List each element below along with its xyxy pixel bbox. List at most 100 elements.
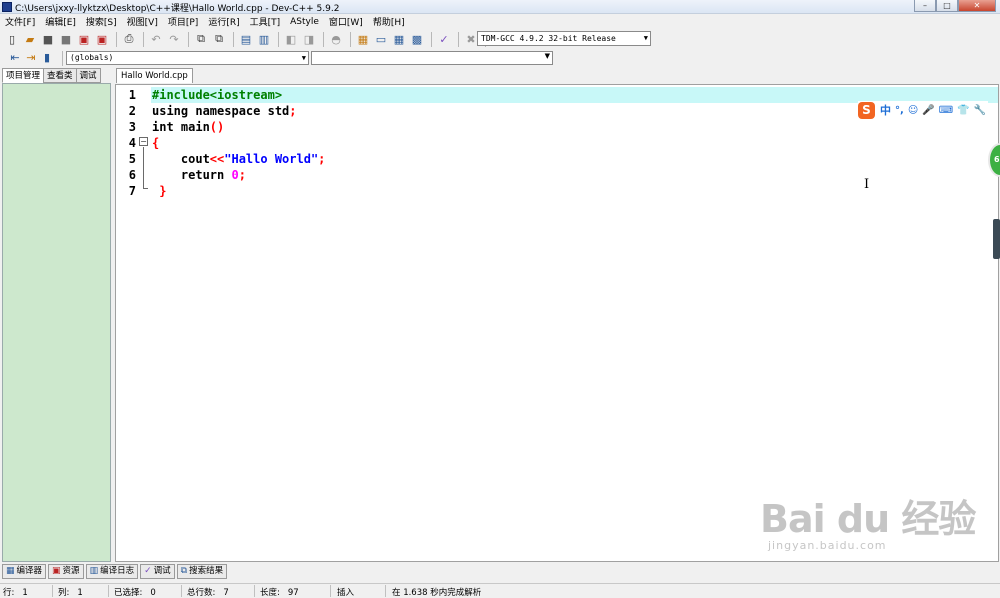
left-panel-tabs: 项目管理 查看类 调试 bbox=[2, 68, 101, 83]
toolbar-divider bbox=[188, 31, 189, 47]
open-file-icon[interactable]: ▰ bbox=[22, 31, 38, 47]
save-icon[interactable]: ■ bbox=[40, 31, 56, 47]
toggle-comment-icon[interactable]: ◓ bbox=[328, 31, 344, 47]
editor-file-tab[interactable]: Hallo World.cpp bbox=[116, 68, 193, 83]
status-divider bbox=[181, 585, 182, 597]
replace-icon[interactable]: ⧉ bbox=[211, 31, 227, 47]
watermark-main: Bai du 经验 bbox=[760, 497, 976, 541]
side-handle[interactable] bbox=[993, 219, 1000, 259]
status-bar: 行: 1 列: 1 已选择: 0 总行数: 7 长度: 97 插入 在 1.638 秒内完… bbox=[0, 583, 1000, 598]
status-len-value: 97 bbox=[287, 588, 299, 598]
toggle-icon[interactable]: ⇥ bbox=[24, 51, 38, 65]
close-all-icon[interactable]: ▣ bbox=[94, 31, 110, 47]
menu-file[interactable]: 文件[F] bbox=[0, 15, 40, 28]
tab-debug-output[interactable]: ✓ 调试 bbox=[140, 564, 175, 579]
line-number-gutter: 1 2 3 4 5 6 7 − bbox=[116, 85, 151, 561]
save-all-icon[interactable]: ■ bbox=[58, 31, 74, 47]
print-icon[interactable]: ⎙ bbox=[121, 31, 137, 47]
menu-help[interactable]: 帮助[H] bbox=[368, 15, 410, 28]
status-total-value: 7 bbox=[223, 588, 229, 598]
tab-label: 搜索结果 bbox=[189, 566, 224, 576]
indent-icon[interactable]: ◨ bbox=[301, 31, 317, 47]
project-panel[interactable] bbox=[2, 83, 111, 562]
toolbar-divider bbox=[323, 31, 324, 47]
emoji-icon[interactable]: ☺ bbox=[908, 105, 918, 116]
status-total-label: 总行数: bbox=[187, 588, 216, 598]
code-line: return 0; bbox=[151, 167, 998, 183]
code-line: { bbox=[151, 135, 998, 151]
line-number: 1 bbox=[128, 88, 136, 102]
compile-icon[interactable]: ▦ bbox=[355, 31, 371, 47]
skin-icon[interactable]: 👕 bbox=[957, 105, 969, 116]
sogou-logo-icon[interactable]: S bbox=[858, 101, 875, 119]
bookmark-icon[interactable]: ▥ bbox=[256, 31, 272, 47]
run-icon[interactable]: ▭ bbox=[373, 31, 389, 47]
maximize-button[interactable]: □ bbox=[936, 0, 958, 12]
menu-astyle[interactable]: AStyle bbox=[285, 17, 324, 27]
tab-label: 资源 bbox=[62, 566, 80, 576]
compile-run-icon[interactable]: ▦ bbox=[391, 31, 407, 47]
ime-toolbar: S 中 °, ☺ 🎤 ⌨ 👕 🔧 bbox=[858, 101, 989, 119]
toolbar-divider bbox=[116, 31, 117, 47]
tab-search-results[interactable]: ⧉ 搜索结果 bbox=[176, 564, 228, 579]
find-icon[interactable]: ⧉ bbox=[193, 31, 209, 47]
keyboard-icon[interactable]: ⌨ bbox=[939, 105, 953, 116]
tab-compiler[interactable]: ▦ 编译器 bbox=[2, 564, 47, 579]
tab-class-view[interactable]: 查看类 bbox=[43, 68, 77, 83]
microphone-icon[interactable]: 🎤 bbox=[922, 105, 934, 116]
chevron-down-icon: ▼ bbox=[544, 52, 550, 60]
menu-view[interactable]: 视图[V] bbox=[122, 15, 163, 28]
chinese-mode-icon[interactable]: 中 bbox=[880, 102, 891, 118]
tab-debug[interactable]: 调试 bbox=[75, 68, 101, 83]
undo-icon[interactable]: ↶ bbox=[148, 31, 164, 47]
devcpp-app-icon bbox=[2, 2, 12, 12]
status-parse-message: 在 1.638 秒内完成解析 bbox=[392, 588, 482, 598]
close-button[interactable]: ✕ bbox=[958, 0, 996, 12]
compiler-select[interactable]: TDM-GCC 4.9.2 32-bit Release ▼ bbox=[477, 31, 651, 46]
chevron-down-icon: ▼ bbox=[301, 54, 306, 62]
scope-select[interactable]: (globals) ▼ bbox=[66, 51, 309, 65]
goto-icon[interactable]: ▮ bbox=[40, 51, 54, 65]
code-keyword: return bbox=[152, 168, 232, 182]
status-divider bbox=[108, 585, 109, 597]
punctuation-icon[interactable]: °, bbox=[895, 105, 904, 116]
wrench-icon[interactable]: 🔧 bbox=[974, 105, 986, 116]
code-symbol: ; bbox=[289, 104, 297, 118]
code-line: cout<<"Hallo World"; bbox=[151, 151, 998, 167]
status-row-label: 行: bbox=[3, 588, 15, 598]
code-symbol: ; bbox=[318, 152, 326, 166]
new-file-icon[interactable]: ▯ bbox=[4, 31, 20, 47]
tab-project-manager[interactable]: 项目管理 bbox=[2, 68, 45, 83]
status-insert-mode: 插入 bbox=[337, 588, 355, 598]
tab-compile-log[interactable]: ▥ 编译日志 bbox=[85, 564, 139, 579]
code-string: "Hallo World" bbox=[224, 152, 319, 166]
menu-edit[interactable]: 编辑[E] bbox=[40, 15, 81, 28]
fold-toggle-icon[interactable]: − bbox=[139, 137, 148, 146]
syntax-check-icon[interactable]: ✓ bbox=[436, 31, 452, 47]
status-selected: 已选择: 0 bbox=[114, 586, 156, 598]
insert-icon[interactable]: ⇤ bbox=[8, 51, 22, 65]
line-number: 2 bbox=[128, 104, 136, 118]
menu-run[interactable]: 运行[R] bbox=[203, 15, 244, 28]
code-line: } bbox=[151, 183, 998, 199]
preprocessor-directive: #include<iostream> bbox=[152, 88, 283, 102]
bottom-panel-tabs: ▦ 编译器 ▣ 资源 ▥ 编译日志 ✓ 调试 ⧉ 搜索结果 bbox=[0, 564, 1000, 580]
tab-resources[interactable]: ▣ 资源 bbox=[48, 564, 84, 579]
function-select[interactable]: ▼ bbox=[311, 51, 553, 65]
status-col-label: 列: bbox=[58, 588, 70, 598]
minimize-button[interactable]: – bbox=[914, 0, 936, 12]
line-number: 5 bbox=[128, 152, 136, 166]
unindent-icon[interactable]: ◧ bbox=[283, 31, 299, 47]
menu-project[interactable]: 项目[P] bbox=[163, 15, 203, 28]
redo-icon[interactable]: ↷ bbox=[166, 31, 182, 47]
close-file-icon[interactable]: ▣ bbox=[76, 31, 92, 47]
status-col-value: 1 bbox=[77, 588, 83, 598]
window-controls: – □ ✕ bbox=[914, 0, 996, 12]
goto-line-icon[interactable]: ▤ bbox=[238, 31, 254, 47]
line-number: 6 bbox=[128, 168, 136, 182]
menu-window[interactable]: 窗口[W] bbox=[324, 15, 368, 28]
menu-search[interactable]: 搜索[S] bbox=[81, 15, 122, 28]
menu-tools[interactable]: 工具[T] bbox=[245, 15, 286, 28]
status-divider bbox=[385, 585, 386, 597]
rebuild-all-icon[interactable]: ▩ bbox=[409, 31, 425, 47]
